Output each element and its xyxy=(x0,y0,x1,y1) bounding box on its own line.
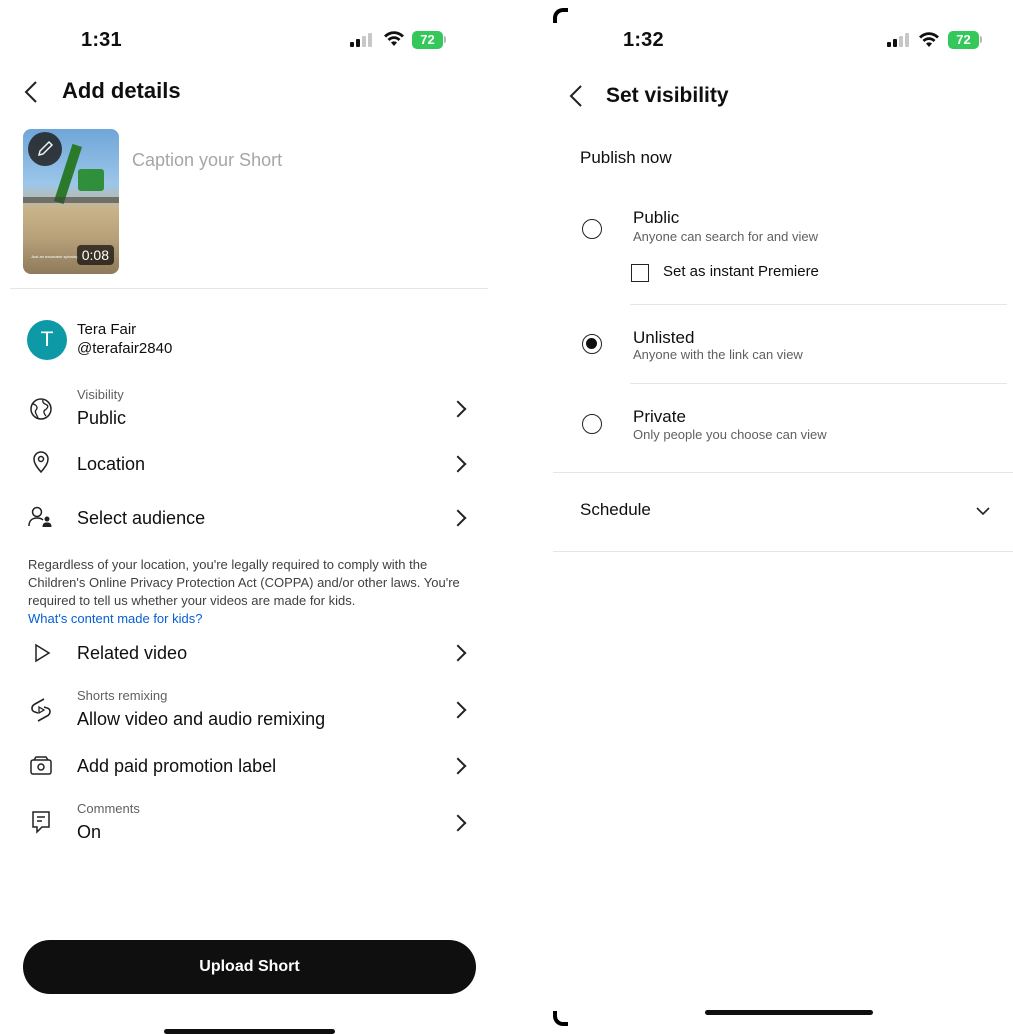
publish-now-heading: Publish now xyxy=(580,148,672,167)
paid-promotion-label: Add paid promotion label xyxy=(77,756,277,776)
wifi-icon xyxy=(383,30,405,52)
battery-indicator: 72 xyxy=(948,31,979,49)
edit-thumbnail-button[interactable] xyxy=(28,132,62,166)
divider xyxy=(630,383,1007,384)
signal-icon xyxy=(887,33,911,47)
instant-premiere-checkbox[interactable] xyxy=(631,264,649,282)
instant-premiere-option[interactable]: Set as instant Premiere xyxy=(631,261,931,285)
globe-icon xyxy=(30,398,52,420)
status-time: 1:31 xyxy=(81,29,122,51)
unlisted-title: Unlisted xyxy=(633,328,695,347)
related-video-label: Related video xyxy=(77,643,188,663)
visibility-value: Public xyxy=(77,408,127,428)
signal-icon xyxy=(350,33,374,47)
back-arrow-icon xyxy=(569,85,582,107)
paid-promotion-row[interactable]: Add paid promotion label xyxy=(0,748,497,784)
chevron-right-icon xyxy=(449,509,467,527)
back-arrow-icon xyxy=(24,81,37,103)
remixing-label: Shorts remixing xyxy=(77,688,168,703)
back-button[interactable] xyxy=(22,80,46,104)
made-for-kids-link[interactable]: What's content made for kids? xyxy=(28,610,478,628)
private-title: Private xyxy=(633,407,686,426)
chevron-right-icon xyxy=(449,455,467,473)
public-radio[interactable] xyxy=(582,219,602,239)
audience-icon xyxy=(28,506,52,527)
audience-label: Select audience xyxy=(77,508,206,528)
battery-level: 72 xyxy=(420,32,435,47)
thumbnail-caption: Just an excavator spinning xyxy=(31,254,79,259)
page-title: Add details xyxy=(62,78,181,103)
left-screen: 1:31 72 Add details Just an excavator sp… xyxy=(0,0,497,1034)
chevron-right-icon xyxy=(449,400,467,418)
chevron-down-icon xyxy=(976,507,990,516)
chevron-right-icon xyxy=(449,814,467,832)
shorts-remix-icon xyxy=(31,698,51,722)
visibility-label: Visibility xyxy=(77,387,124,402)
schedule-label: Schedule xyxy=(580,500,651,519)
unlisted-option[interactable]: Unlisted Anyone with the link can view xyxy=(553,324,1013,374)
home-indicator xyxy=(705,1010,873,1015)
chevron-right-icon xyxy=(449,701,467,719)
private-radio[interactable] xyxy=(582,414,602,434)
upload-short-button[interactable]: Upload Short xyxy=(23,940,476,994)
chevron-right-icon xyxy=(449,644,467,662)
location-label: Location xyxy=(77,454,146,474)
battery-tip xyxy=(980,36,982,43)
private-description: Only people you choose can view xyxy=(633,427,827,442)
home-indicator xyxy=(164,1029,335,1034)
public-title: Public xyxy=(633,208,680,227)
battery-level: 72 xyxy=(956,32,971,47)
dock-shadow xyxy=(23,197,119,203)
caption-input[interactable]: Caption your Short xyxy=(132,150,282,171)
comments-icon xyxy=(32,811,50,834)
location-pin-icon xyxy=(33,451,49,474)
remixing-value: Allow video and audio remixing xyxy=(77,709,326,729)
public-option[interactable]: Public Anyone can search for and view xyxy=(553,204,1013,254)
coppa-notice: Regardless of your location, you're lega… xyxy=(28,556,478,628)
comments-value: On xyxy=(77,822,102,842)
instant-premiere-label: Set as instant Premiere xyxy=(663,263,819,280)
shorts-remixing-row[interactable]: Shorts remixing Allow video and audio re… xyxy=(0,681,497,737)
schedule-row[interactable]: Schedule xyxy=(553,488,1013,536)
location-row[interactable]: Location xyxy=(0,445,497,481)
comments-label: Comments xyxy=(77,801,140,816)
back-button[interactable] xyxy=(567,84,591,108)
page-title: Set visibility xyxy=(606,84,729,107)
divider xyxy=(553,551,1013,552)
related-video-row[interactable]: Related video xyxy=(0,635,497,671)
divider xyxy=(630,304,1007,305)
upload-short-label: Upload Short xyxy=(199,958,300,975)
wifi-icon xyxy=(918,31,940,53)
screen-corner xyxy=(553,8,568,23)
coppa-text: Regardless of your location, you're lega… xyxy=(28,557,460,608)
status-time: 1:32 xyxy=(623,29,664,51)
screen-corner xyxy=(553,1011,568,1026)
pencil-icon xyxy=(37,140,54,157)
select-audience-row[interactable]: Select audience xyxy=(0,499,497,535)
unlisted-description: Anyone with the link can view xyxy=(633,347,803,362)
chevron-right-icon xyxy=(449,757,467,775)
play-icon xyxy=(35,643,51,663)
video-duration: 0:08 xyxy=(76,245,114,265)
comments-row[interactable]: Comments On xyxy=(0,795,497,851)
video-thumbnail[interactable]: Just an excavator spinning 0:08 xyxy=(23,129,119,274)
divider xyxy=(10,288,488,289)
right-screen: 1:32 72 Set visibility Publish now Publi… xyxy=(553,8,1013,1026)
private-option[interactable]: Private Only people you choose can view xyxy=(553,404,1013,454)
excavator-body xyxy=(78,169,104,191)
battery-indicator: 72 xyxy=(412,31,443,49)
visibility-row[interactable]: Visibility Public xyxy=(0,380,497,435)
public-description: Anyone can search for and view xyxy=(633,229,818,244)
battery-tip xyxy=(444,36,446,43)
channel-name: Tera Fair xyxy=(77,321,137,338)
paid-promotion-icon xyxy=(30,756,52,775)
channel-handle: @terafair2840 xyxy=(77,340,173,357)
avatar-initial: T xyxy=(40,328,54,351)
unlisted-radio[interactable] xyxy=(582,334,602,354)
avatar: T xyxy=(27,320,67,360)
divider xyxy=(553,472,1013,473)
